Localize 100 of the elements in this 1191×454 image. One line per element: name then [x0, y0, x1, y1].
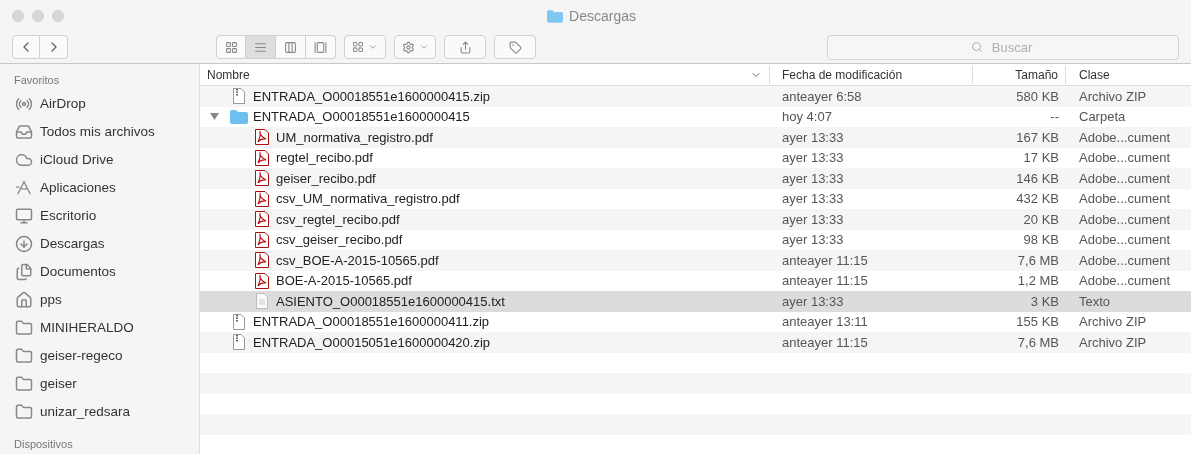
date-cell-text: anteayer 11:15: [781, 251, 869, 270]
size-cell-text: 7,6 MB: [1016, 251, 1060, 270]
sidebar-item[interactable]: geiser-regeco: [14, 342, 199, 370]
kind-cell-text: Adobe...cument: [1078, 251, 1172, 270]
window-control-icon[interactable]: [32, 10, 44, 22]
kind-cell-text: Archivo ZIP: [1078, 87, 1148, 106]
size-cell-text: 580 KB: [1015, 87, 1060, 106]
file-name: UM_normativa_registro.pdf: [276, 128, 433, 147]
kind-cell-text: Adobe...cument: [1078, 190, 1172, 208]
kind-cell-text: Adobe...cument: [1078, 149, 1172, 167]
date-cell-text: ayer 13:33: [781, 231, 845, 249]
pdf-file-icon: [255, 149, 269, 166]
sidebar-item[interactable]: Descargas: [14, 230, 199, 258]
sidebar-item[interactable]: Documentos: [14, 258, 199, 286]
sidebar-heading: Favoritos: [14, 73, 61, 88]
column-header[interactable]: Tamaño: [973, 65, 1066, 84]
date-cell-text: anteayer 13:11: [781, 313, 869, 331]
pdf-file-icon: [255, 190, 269, 207]
kind-cell-text: Adobe...cument: [1078, 210, 1172, 229]
date-cell-text: anteayer 6:58: [781, 87, 863, 106]
caret-icon: [368, 42, 378, 52]
sidebar-item[interactable]: pps: [14, 286, 199, 314]
download-icon: [14, 235, 34, 253]
date-cell-text: ayer 13:33: [781, 149, 845, 167]
size-cell-text: 3 KB: [1029, 292, 1060, 311]
desktop-icon: [14, 207, 34, 225]
search-field[interactable]: Buscar: [827, 34, 1179, 60]
file-row[interactable]: ENTRADA_O00015051e1600000420.zip anteayer 11:15 7,6 MB Archivo ZIP: [200, 332, 1191, 353]
file-name: ASIENTO_O00018551e1600000415.txt: [276, 292, 505, 311]
sidebar-item[interactable]: geiser: [14, 370, 199, 398]
sidebar-item[interactable]: iCloud Drive: [14, 146, 199, 174]
date-cell-text: ayer 13:33: [781, 169, 845, 188]
date-cell-text: anteayer 11:15: [781, 272, 869, 290]
pdf-file-icon: [255, 211, 269, 228]
folder-icon: [230, 109, 248, 124]
file-row[interactable]: csv_BOE-A-2015-10565.pdf anteayer 11:15 7,6 MB Adobe...cument: [200, 250, 1191, 271]
size-cell-text: 155 KB: [1015, 313, 1060, 331]
kind-cell-text: Archivo ZIP: [1078, 313, 1148, 331]
view-mode-button[interactable]: [306, 35, 336, 59]
window-control-icon[interactable]: [12, 10, 24, 22]
sidebar-item[interactable]: AirDrop: [14, 90, 199, 118]
size-cell-text: 432 KB: [1015, 190, 1060, 208]
folder-icon: [14, 319, 34, 337]
file-row[interactable]: UM_normativa_registro.pdf ayer 13:33 167 KB Adobe...cument: [200, 127, 1191, 148]
share-button[interactable]: [444, 35, 486, 59]
sidebar-item[interactable]: MINIHERALDO: [14, 314, 199, 342]
view-mode-button[interactable]: [276, 35, 306, 59]
file-row[interactable]: ENTRADA_O00018551e1600000415.zip anteayer 6:58 580 KB Archivo ZIP: [200, 86, 1191, 107]
column-header[interactable]: Clase: [1066, 65, 1191, 84]
file-name: ENTRADA_O00015051e1600000420.zip: [253, 333, 491, 352]
sidebar-item[interactable]: Aplicaciones: [14, 174, 199, 202]
kind-cell-text: Archivo ZIP: [1078, 333, 1148, 352]
sidebar-item[interactable]: Escritorio: [14, 202, 199, 230]
date-cell-text: anteayer 11:15: [781, 333, 869, 352]
sidebar-item[interactable]: unizar_redsara: [14, 398, 199, 426]
window-control-icon[interactable]: [52, 10, 64, 22]
file-name: ENTRADA_O00018551e1600000411.zip: [253, 313, 490, 331]
file-row[interactable]: geiser_recibo.pdf ayer 13:33 146 KB Adobe...cument: [200, 168, 1191, 189]
date-cell-text: ayer 13:33: [781, 292, 845, 311]
pdf-file-icon: [255, 129, 269, 146]
list-view-icon: [254, 40, 267, 54]
view-mode-button[interactable]: [216, 35, 246, 59]
home-icon: [14, 291, 34, 309]
action-button[interactable]: [394, 35, 436, 59]
kind-cell-text: Texto: [1078, 292, 1112, 311]
kind-cell-text: Adobe...cument: [1078, 128, 1172, 147]
forward-button[interactable]: [40, 35, 68, 59]
kind-cell-text: Carpeta: [1078, 108, 1127, 126]
tag-icon: [508, 40, 522, 54]
size-cell-text: 7,6 MB: [1016, 333, 1060, 352]
pdf-file-icon: [255, 272, 269, 289]
disclosure-triangle-icon[interactable]: [210, 112, 219, 122]
search-icon: [971, 40, 983, 53]
file-name: csv_UM_normativa_registro.pdf: [276, 190, 460, 208]
folder-icon: [14, 403, 34, 421]
zip-file-icon: [233, 313, 245, 330]
arrange-button[interactable]: [344, 35, 386, 59]
documents-icon: [14, 263, 34, 281]
file-name: ENTRADA_O00018551e1600000415.zip: [253, 87, 491, 106]
column-header[interactable]: Fecha de modificación: [770, 65, 973, 84]
cloud-icon: [14, 151, 34, 169]
view-mode-button[interactable]: [246, 35, 276, 59]
file-name: csv_BOE-A-2015-10565.pdf: [276, 251, 439, 270]
folder-icon: [14, 375, 34, 393]
column-header[interactable]: Nombre: [200, 65, 770, 84]
size-cell-text: --: [1049, 108, 1060, 126]
tag-button[interactable]: [494, 35, 536, 59]
pdf-file-icon: [255, 252, 269, 269]
text-file-icon: [256, 293, 268, 310]
size-cell-text: 20 KB: [1022, 210, 1060, 229]
kind-cell-text: Adobe...cument: [1078, 272, 1172, 290]
file-row[interactable]: csv_regtel_recibo.pdf ayer 13:33 20 KB Adobe...cument: [200, 209, 1191, 230]
date-cell-text: ayer 13:33: [781, 128, 845, 147]
file-name: csv_geiser_recibo.pdf: [276, 231, 403, 249]
pdf-file-icon: [255, 231, 269, 248]
back-button[interactable]: [12, 35, 40, 59]
airdrop-icon: [14, 95, 34, 113]
file-row[interactable]: ASIENTO_O00018551e1600000415.txt ayer 13:33 3 KB Texto: [200, 291, 1191, 312]
sidebar-item[interactable]: Todos mis archivos: [14, 118, 199, 146]
file-name: ENTRADA_O00018551e1600000415: [253, 108, 470, 126]
